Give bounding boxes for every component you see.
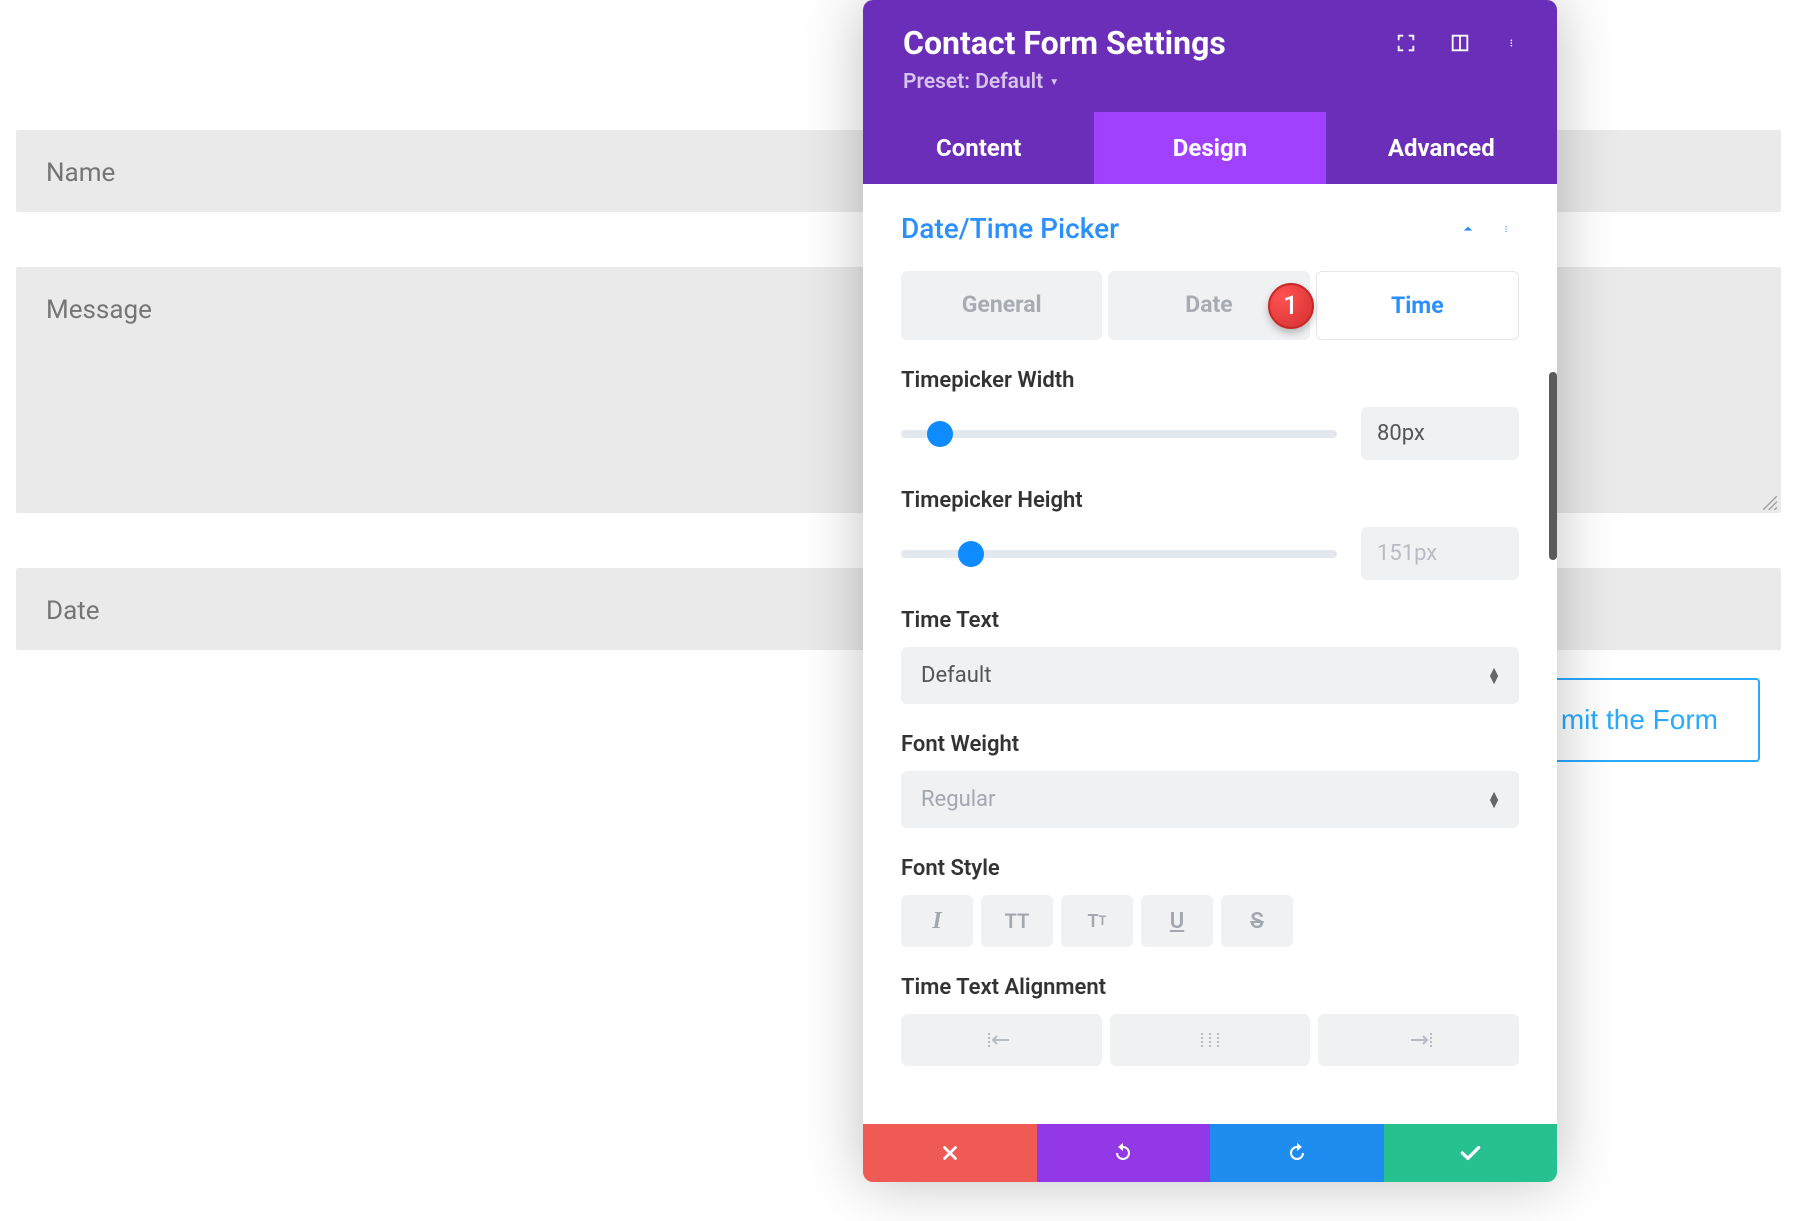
select-arrows-icon: ▲▼ [1487, 792, 1499, 808]
align-left-button[interactable] [901, 1014, 1102, 1066]
section-title[interactable]: Date/Time Picker [901, 212, 1119, 245]
tab-content[interactable]: Content [863, 112, 1094, 184]
section-kebab-icon[interactable] [1497, 218, 1519, 240]
align-right-button[interactable] [1318, 1014, 1519, 1066]
italic-button[interactable]: I [901, 895, 973, 947]
height-label: Timepicker Height [901, 488, 1519, 513]
width-value[interactable]: 80px [1361, 407, 1519, 460]
resize-handle-icon[interactable] [1763, 495, 1777, 509]
subtab-general[interactable]: General [901, 271, 1102, 340]
font-style-label: Font Style [901, 856, 1519, 881]
alignment-label: Time Text Alignment [901, 975, 1519, 1000]
select-arrows-icon: ▲▼ [1487, 668, 1499, 684]
font-weight-label: Font Weight [901, 732, 1519, 757]
expand-icon[interactable] [1393, 30, 1419, 56]
uppercase-button[interactable]: TT [981, 895, 1053, 947]
cancel-button[interactable] [863, 1124, 1037, 1182]
redo-button[interactable] [1210, 1124, 1384, 1182]
panel-body: Date/Time Picker General Date 1 Time Tim… [863, 184, 1557, 1124]
width-slider-thumb[interactable] [927, 421, 953, 447]
font-weight-value: Regular [921, 787, 995, 812]
caret-down-icon: ▼ [1049, 77, 1059, 88]
columns-icon[interactable] [1447, 30, 1473, 56]
time-text-label: Time Text [901, 608, 1519, 633]
panel-header: Contact Form Settings Preset: Default ▼ [863, 0, 1557, 112]
strikethrough-button[interactable]: S [1221, 895, 1293, 947]
name-field-label: Name [46, 158, 115, 188]
collapse-icon[interactable] [1457, 218, 1479, 240]
panel-footer [863, 1124, 1557, 1182]
width-label: Timepicker Width [901, 368, 1519, 393]
preset-dropdown[interactable]: Preset: Default ▼ [903, 70, 1059, 94]
subtabs: General Date 1 Time [901, 271, 1519, 340]
width-slider[interactable] [901, 430, 1337, 438]
smallcaps-button[interactable]: TT [1061, 895, 1133, 947]
time-text-select[interactable]: Default ▲▼ [901, 647, 1519, 704]
subtab-time[interactable]: Time [1316, 271, 1519, 340]
height-value[interactable]: 151px [1361, 527, 1519, 580]
annotation-badge: 1 [1268, 283, 1314, 329]
tab-advanced[interactable]: Advanced [1326, 112, 1557, 184]
save-button[interactable] [1384, 1124, 1558, 1182]
height-slider[interactable] [901, 550, 1337, 558]
preset-label: Preset: Default [903, 70, 1043, 94]
align-center-button[interactable] [1110, 1014, 1311, 1066]
height-slider-thumb[interactable] [958, 541, 984, 567]
message-field-label: Message [46, 295, 152, 325]
tab-design[interactable]: Design [1094, 112, 1325, 184]
scrollbar-thumb[interactable] [1549, 372, 1557, 560]
underline-button[interactable]: U [1141, 895, 1213, 947]
date-field-label: Date [46, 596, 100, 626]
undo-button[interactable] [1037, 1124, 1211, 1182]
settings-panel: Contact Form Settings Preset: Default ▼ … [863, 0, 1557, 1182]
main-tabs: Content Design Advanced [863, 112, 1557, 184]
kebab-menu-icon[interactable] [1501, 30, 1527, 56]
font-weight-select[interactable]: Regular ▲▼ [901, 771, 1519, 828]
time-text-value: Default [921, 663, 991, 688]
